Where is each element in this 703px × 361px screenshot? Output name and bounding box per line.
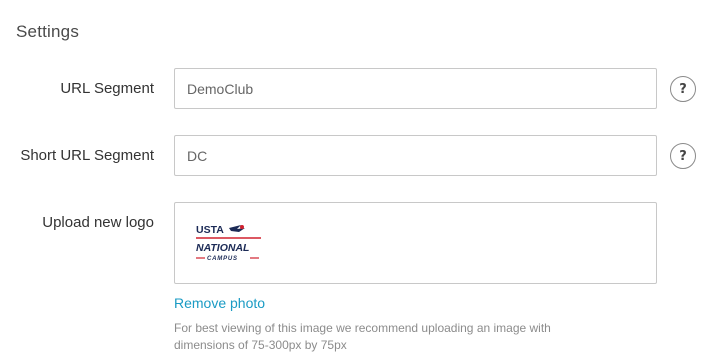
logo-brand-bottom: CAMPUS xyxy=(207,256,238,262)
upload-logo-label: Upload new logo xyxy=(42,214,154,231)
short-url-segment-label: Short URL Segment xyxy=(20,147,154,164)
url-segment-help-button[interactable]: ? xyxy=(670,76,696,102)
question-icon: ? xyxy=(679,148,687,164)
logo-ball xyxy=(240,225,244,229)
url-segment-label: URL Segment xyxy=(60,80,154,97)
logo-upload-area[interactable]: USTA NATIONAL CAMPUS xyxy=(174,202,657,284)
logo-brand-middle: NATIONAL xyxy=(196,242,249,254)
question-icon: ? xyxy=(679,81,687,97)
logo-brand-top: USTA xyxy=(196,224,224,236)
short-url-segment-input[interactable] xyxy=(174,135,657,176)
url-segment-input[interactable] xyxy=(174,68,657,109)
short-url-segment-help-button[interactable]: ? xyxy=(670,143,696,169)
upload-hint-text: For best viewing of this image we recomm… xyxy=(174,321,551,352)
usta-national-campus-logo: USTA NATIONAL CAMPUS xyxy=(196,224,261,262)
settings-page: Settings URL Segment ? Short URL Segment… xyxy=(0,0,703,361)
section-title: Settings xyxy=(16,22,80,41)
remove-photo-link[interactable]: Remove photo xyxy=(174,295,265,311)
